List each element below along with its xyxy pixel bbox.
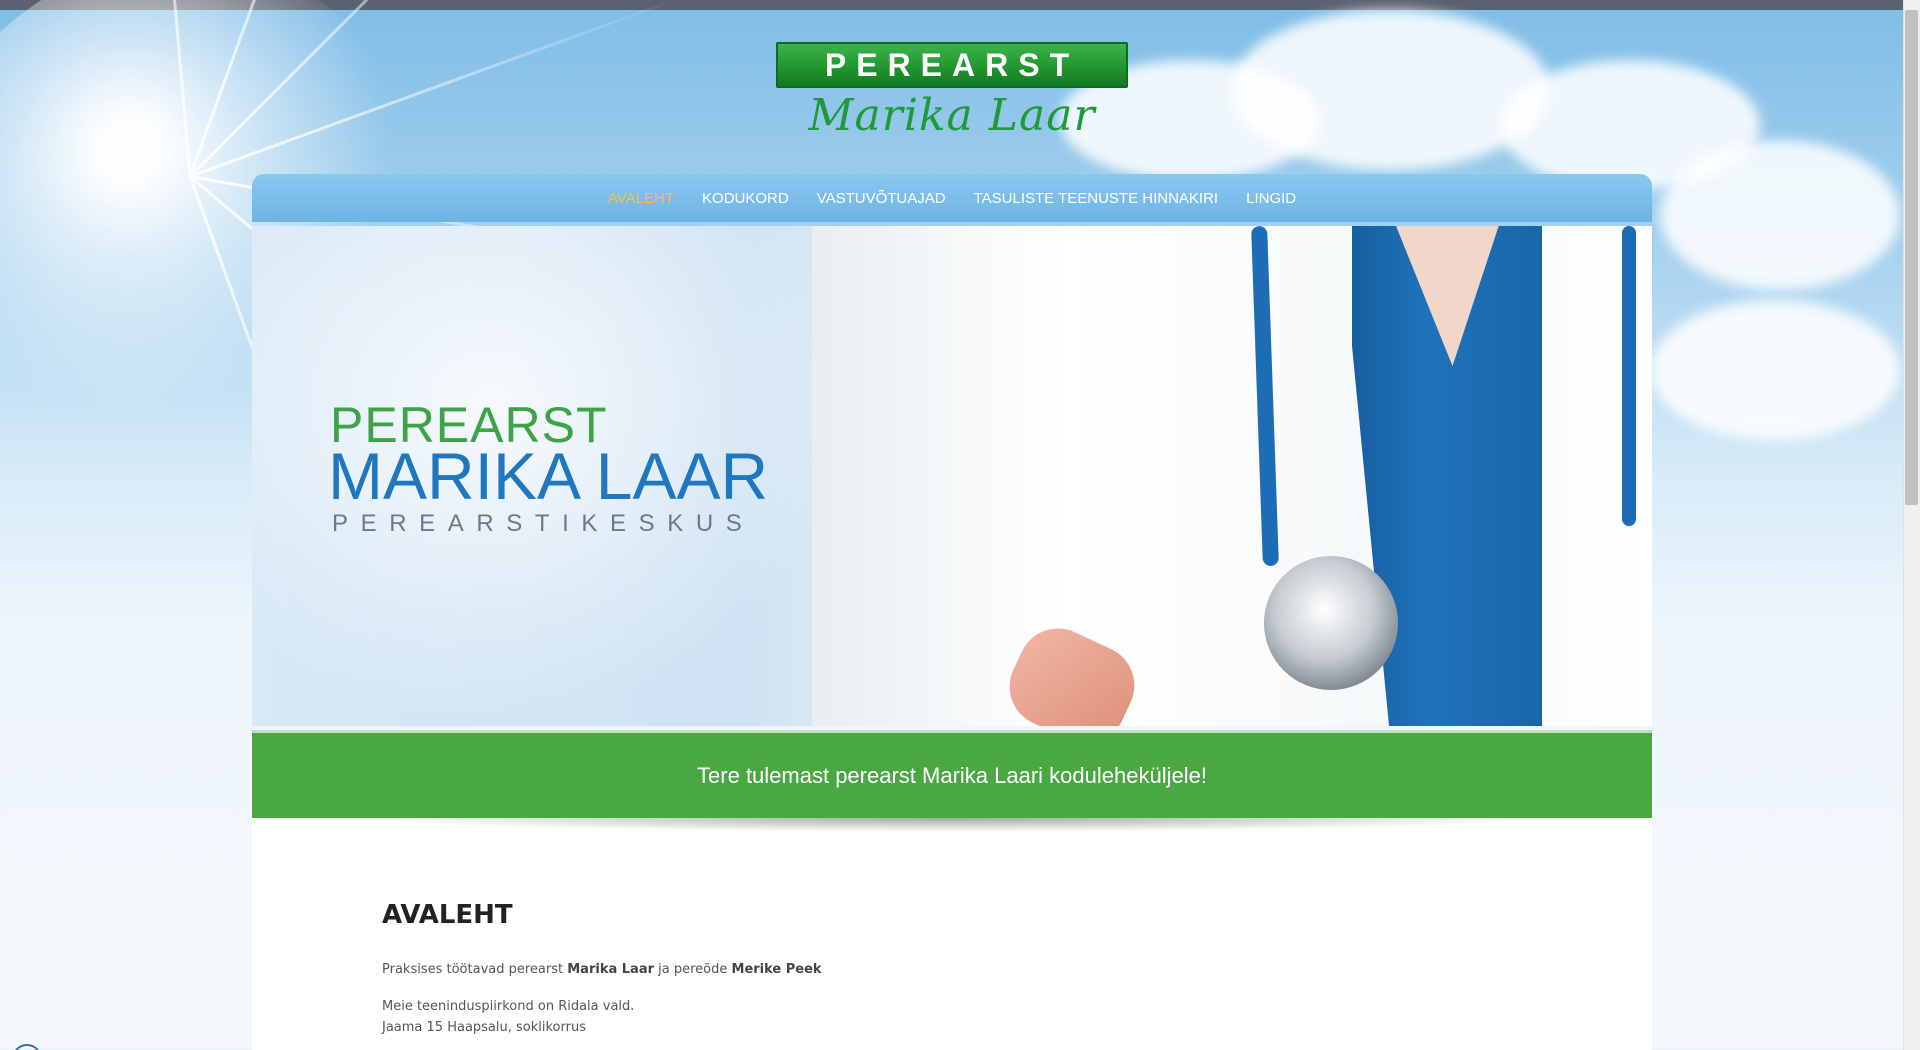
staff-paragraph: Praksises töötavad perearst Marika Laar …	[382, 962, 822, 977]
nav-item-lingid[interactable]: LINGID	[1246, 190, 1296, 207]
address-text: Jaama 15 Haapsalu, soklikorrus	[382, 1020, 586, 1035]
welcome-text: Tere tulemast perearst Marika Laari kodu…	[697, 762, 1207, 788]
welcome-banner: Tere tulemast perearst Marika Laari kodu…	[252, 730, 1652, 818]
page-content: AVALEHT Praksises töötavad perearst Mari…	[252, 818, 1652, 1050]
page-title: AVALEHT	[382, 900, 513, 930]
nurse-name: Merike Peek	[731, 962, 822, 977]
stethoscope-tube	[1622, 226, 1636, 526]
site-logo[interactable]: PEREARST Marika Laar	[776, 42, 1128, 142]
staff-prefix: Praksises töötavad perearst	[382, 962, 568, 977]
nav-item-hinnakiri[interactable]: TASULISTE TEENUSTE HINNAKIRI	[974, 190, 1219, 207]
nav-item-avaleht[interactable]: AVALEHT	[608, 190, 674, 207]
main-container: AVALEHT KODUKORD VASTUVÕTUAJAD TASULISTE…	[252, 174, 1652, 1050]
hero-banner: PEREARST MARIKA LAAR PEREARSTIKESKUS	[252, 226, 1652, 726]
cloud	[1230, 10, 1550, 170]
logo-top-text: PEREARST	[776, 42, 1128, 88]
banner-shadow	[352, 818, 1552, 832]
main-nav: AVALEHT KODUKORD VASTUVÕTUAJAD TASULISTE…	[252, 174, 1652, 222]
hero-subtitle: PEREARSTIKESKUS	[332, 510, 755, 537]
chat-widget-icon[interactable]	[12, 1044, 42, 1050]
nav-item-vastuvotuajad[interactable]: VASTUVÕTUAJAD	[817, 190, 946, 207]
hero-title-name: MARIKA LAAR	[328, 439, 769, 513]
logo-script-text: Marika Laar	[808, 90, 1096, 141]
cloud	[1660, 140, 1900, 290]
stethoscope-icon	[1264, 556, 1398, 690]
nav-item-kodukord[interactable]: KODUKORD	[702, 190, 789, 207]
scrollbar-thumb[interactable]	[1905, 10, 1918, 505]
doctor-name: Marika Laar	[567, 962, 655, 977]
cloud	[1650, 300, 1900, 440]
service-area-text: Meie teeninduspiirkond on Ridala vald.	[382, 999, 635, 1014]
staff-middle: ja pereõde	[654, 962, 732, 977]
